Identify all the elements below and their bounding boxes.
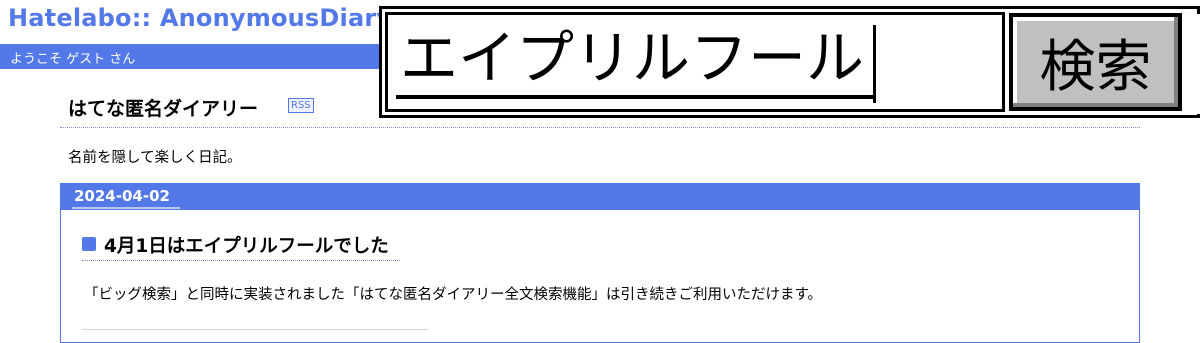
day-header: 2024-04-02	[60, 183, 1140, 210]
day-date-link[interactable]: 2024-04-02	[74, 187, 170, 205]
entry-title-divider	[82, 260, 400, 261]
search-overlay-edge	[1186, 14, 1200, 114]
rss-link[interactable]: RSS	[288, 98, 314, 113]
text-caret	[873, 25, 876, 103]
welcome-text: ようこそ ゲスト さん	[10, 52, 136, 67]
ime-composition-underline	[396, 95, 874, 99]
search-button-label: 検索	[1039, 34, 1152, 100]
entry-body: 「ビッグ検索」と同時に実装されました「はてな匿名ダイアリー全文検索機能」は引き続…	[84, 287, 823, 303]
entry-square-icon	[82, 237, 96, 251]
search-input[interactable]: エイプリルフール	[385, 12, 1005, 112]
site-title-link[interactable]: Hatelabo:: AnonymousDiary	[8, 4, 392, 32]
search-query-text: エイプリルフール	[400, 24, 865, 92]
date-underline	[72, 207, 180, 209]
search-button[interactable]: 検索	[1009, 13, 1182, 111]
diary-title[interactable]: はてな匿名ダイアリー	[68, 94, 258, 121]
heading-divider	[60, 127, 1140, 128]
entry-footer-divider	[82, 329, 428, 330]
diary-tagline: 名前を隠して楽しく日記。	[68, 150, 242, 166]
entry-title-link[interactable]: 4月1日はエイプリルフールでした	[104, 232, 389, 258]
